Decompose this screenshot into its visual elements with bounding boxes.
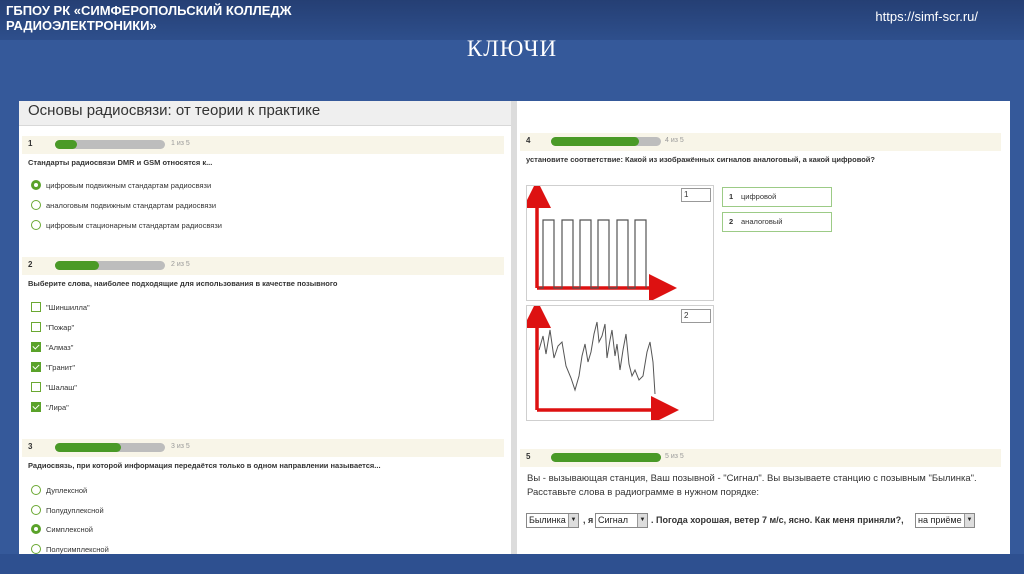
progress-count: 2 из 5 bbox=[171, 261, 190, 268]
question-number: 4 bbox=[526, 136, 531, 145]
analog-signal-graph bbox=[523, 300, 679, 424]
dropdown-arrow-icon: ▼ bbox=[964, 514, 974, 527]
signal-answer-input-2[interactable]: 2 bbox=[681, 309, 711, 323]
question-number: 5 bbox=[526, 452, 531, 461]
question-4-text: установите соответствие: Какой из изобра… bbox=[526, 155, 875, 164]
checkbox[interactable] bbox=[31, 302, 41, 312]
progress-count: 4 из 5 bbox=[665, 137, 684, 144]
radiogram-sentence: . Погода хорошая, ветер 7 м/с, ясно. Как… bbox=[651, 515, 904, 525]
answer-option[interactable]: 2 аналоговый bbox=[722, 212, 832, 232]
checkbox[interactable] bbox=[31, 402, 41, 412]
checkbox[interactable] bbox=[31, 322, 41, 332]
answer-label: цифровой bbox=[741, 192, 777, 201]
question-3-header: 3 3 из 5 bbox=[22, 439, 504, 457]
option-label: цифровым стационарным стандартам радиосв… bbox=[46, 221, 222, 230]
progress-bar bbox=[551, 453, 661, 462]
answer-number: 2 bbox=[729, 217, 734, 226]
select-value: Былинка bbox=[529, 515, 566, 525]
radio-button[interactable] bbox=[31, 544, 41, 554]
analog-signal-image: 2 bbox=[523, 300, 714, 424]
option-label: Полудуплексной bbox=[46, 506, 104, 515]
dropdown-arrow-icon: ▼ bbox=[568, 514, 578, 527]
progress-bar bbox=[551, 137, 661, 146]
progress-fill bbox=[551, 453, 661, 462]
option-label: Полусимплексной bbox=[46, 545, 109, 554]
option-label: "Лира" bbox=[46, 403, 69, 412]
radio-button[interactable] bbox=[31, 200, 41, 210]
quiz-header: Основы радиосвязи: от теории к практике bbox=[19, 101, 511, 126]
progress-fill bbox=[55, 443, 121, 452]
question-5-header: 5 5 из 5 bbox=[520, 449, 1001, 467]
progress-fill bbox=[55, 261, 99, 270]
option-label: "Гранит" bbox=[46, 363, 76, 372]
slide-footer-band bbox=[0, 554, 1024, 574]
checkbox[interactable] bbox=[31, 382, 41, 392]
radio-button[interactable] bbox=[31, 180, 41, 190]
quiz-title: Основы радиосвязи: от теории к практике bbox=[28, 102, 321, 119]
progress-fill bbox=[551, 137, 639, 146]
progress-count: 1 из 5 bbox=[171, 140, 190, 147]
dropdown-arrow-icon: ▼ bbox=[637, 514, 647, 527]
progress-bar bbox=[55, 261, 165, 270]
question-1-header: 1 1 из 5 bbox=[22, 136, 504, 154]
progress-bar bbox=[55, 443, 165, 452]
select-value: на приёме bbox=[918, 515, 962, 525]
progress-bar bbox=[55, 140, 165, 149]
question-number: 1 bbox=[28, 139, 33, 148]
question-4-header: 4 4 из 5 bbox=[520, 133, 1001, 151]
question-1-text: Стандарты радиосвязи DMR и GSM относятся… bbox=[28, 158, 213, 167]
question-2-header: 2 2 из 5 bbox=[22, 257, 504, 275]
progress-fill bbox=[55, 140, 77, 149]
organization-name: ГБПОУ РК «СИМФЕРОПОЛЬСКИЙ КОЛЛЕДЖ РАДИОЭ… bbox=[6, 3, 292, 33]
digital-signal-image: 1 bbox=[523, 180, 714, 302]
separator-text: , я bbox=[583, 515, 594, 525]
checkbox[interactable] bbox=[31, 342, 41, 352]
progress-count: 5 из 5 bbox=[665, 453, 684, 460]
slide-title: КЛЮЧИ bbox=[466, 36, 558, 61]
progress-count: 3 из 5 bbox=[171, 443, 190, 450]
question-number: 2 bbox=[28, 260, 33, 269]
question-number: 3 bbox=[28, 442, 33, 451]
option-label: "Пожар" bbox=[46, 323, 75, 332]
radio-button[interactable] bbox=[31, 505, 41, 515]
question-3-text: Радиосвязь, при которой информация перед… bbox=[28, 461, 381, 470]
answer-number: 1 bbox=[729, 192, 734, 201]
option-label: "Алмаз" bbox=[46, 343, 74, 352]
site-url[interactable]: https://simf-scr.ru/ bbox=[875, 9, 978, 24]
option-label: "Шиншилла" bbox=[46, 303, 90, 312]
answer-label: аналоговый bbox=[741, 217, 783, 226]
option-label: цифровым подвижным стандартам радиосвязи bbox=[46, 181, 212, 190]
quiz-screenshot: Основы радиосвязи: от теории к практике … bbox=[19, 101, 1010, 554]
select-value: Сигнал bbox=[598, 515, 629, 525]
right-panel: 4 4 из 5 установите соответствие: Какой … bbox=[517, 115, 1010, 554]
digital-signal-graph bbox=[523, 180, 677, 302]
question-2-text: Выберите слова, наиболее подходящие для … bbox=[28, 279, 338, 288]
checkbox[interactable] bbox=[31, 362, 41, 372]
question-5-text: Вы - вызывающая станция, Ваш позывной - … bbox=[527, 473, 977, 498]
option-label: "Шалаш" bbox=[46, 383, 77, 392]
left-panel: 1 1 из 5 Стандарты радиосвязи DMR и GSM … bbox=[19, 126, 511, 554]
radio-button[interactable] bbox=[31, 220, 41, 230]
radio-button[interactable] bbox=[31, 485, 41, 495]
word-select-2[interactable]: Сигнал ▼ bbox=[595, 513, 648, 528]
option-label: аналоговым подвижным стандартам радиосвя… bbox=[46, 201, 217, 210]
answer-option[interactable]: 1 цифровой bbox=[722, 187, 832, 207]
signal-answer-input-1[interactable]: 1 bbox=[681, 188, 711, 202]
option-label: Дуплексной bbox=[46, 486, 88, 495]
option-label: Симплексной bbox=[46, 525, 93, 534]
radio-button[interactable] bbox=[31, 524, 41, 534]
word-select-3[interactable]: на приёме ▼ bbox=[915, 513, 975, 528]
word-select-1[interactable]: Былинка ▼ bbox=[526, 513, 579, 528]
